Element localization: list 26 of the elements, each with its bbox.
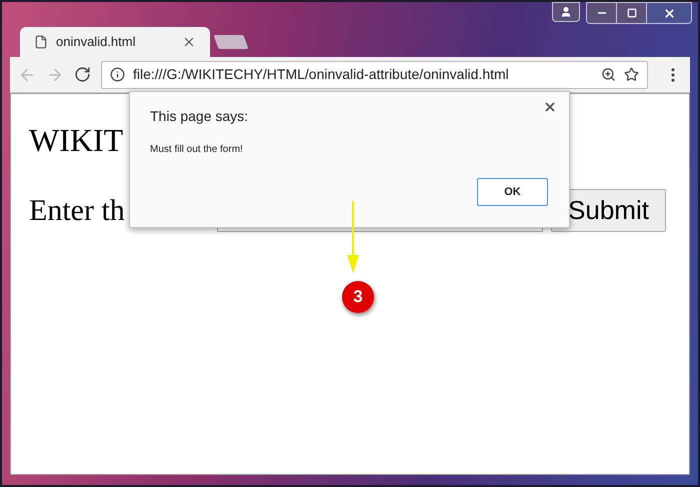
close-icon <box>662 6 676 20</box>
bookmark-star-icon[interactable] <box>624 67 639 82</box>
close-dialog-icon[interactable] <box>543 100 557 114</box>
profile-button[interactable] <box>552 2 580 22</box>
browser-tab[interactable]: oninvalid.html <box>20 27 210 57</box>
maximize-button[interactable] <box>617 3 647 23</box>
down-arrow-icon <box>347 201 359 273</box>
user-icon <box>560 6 572 18</box>
info-icon <box>110 67 125 82</box>
page-heading: WIKIT <box>29 124 124 156</box>
dialog-message: Must fill out the form! <box>150 143 243 157</box>
close-button[interactable] <box>647 3 691 23</box>
minimize-button[interactable] <box>587 3 617 23</box>
address-bar[interactable]: file:///G:/WIKITECHY/HTML/oninvalid-attribute/oninvalid.html <box>101 60 648 88</box>
close-tab-icon[interactable] <box>182 35 196 49</box>
zoom-icon[interactable] <box>601 67 616 82</box>
dialog-title: This page says: <box>150 107 248 126</box>
tab-title: oninvalid.html <box>56 33 136 52</box>
new-tab-button[interactable] <box>213 35 249 49</box>
file-icon <box>34 35 48 49</box>
prompt-text: Enter th <box>29 192 126 228</box>
step-badge: 3 <box>342 281 374 313</box>
ok-button[interactable]: OK <box>477 178 548 206</box>
maximize-icon <box>626 8 636 18</box>
address-text: file:///G:/WIKITECHY/HTML/oninvalid-attribute/oninvalid.html <box>133 65 510 84</box>
reload-icon[interactable] <box>74 66 91 83</box>
